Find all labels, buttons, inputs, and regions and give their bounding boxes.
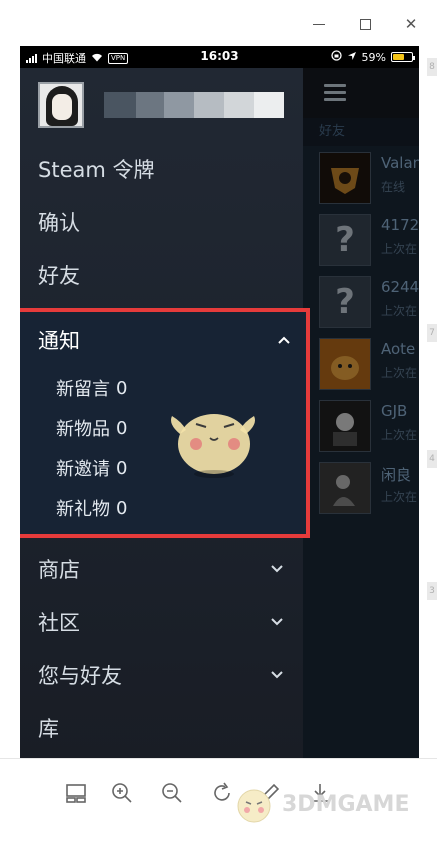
orientation-lock-icon: [330, 50, 342, 64]
menu-community[interactable]: 社区: [20, 595, 303, 648]
close-button[interactable]: ✕: [403, 15, 419, 33]
chevron-down-icon: [271, 565, 283, 573]
menu-friends[interactable]: 好友: [20, 248, 303, 301]
maximize-icon: [359, 18, 371, 30]
notification-label: 新礼物: [56, 499, 110, 520]
notification-list: 新留言 0 新物品 0 新邀请 0 新礼物 0: [20, 368, 306, 528]
notification-label: 新邀请: [56, 459, 110, 480]
notification-label: 新物品: [56, 419, 110, 440]
notification-item[interactable]: 新留言 0: [20, 368, 306, 408]
notification-label: 新留言: [56, 379, 110, 400]
menu-notifications[interactable]: 通知: [20, 312, 306, 368]
menu-steam-guard[interactable]: Steam 令牌: [20, 142, 303, 195]
notification-count: 0: [116, 457, 128, 479]
close-icon: ✕: [404, 15, 418, 33]
battery-percent: 59%: [361, 50, 386, 64]
notification-item[interactable]: 新物品 0: [20, 408, 306, 448]
menu-you-and-friends[interactable]: 您与好友: [20, 648, 303, 701]
menu-label: Steam 令牌: [38, 157, 155, 182]
menu-label: 您与好友: [38, 663, 122, 688]
window-controls: ✕: [311, 15, 419, 33]
menu-library[interactable]: 库: [20, 701, 303, 754]
watermark-text: 3DMGAME: [282, 791, 410, 817]
side-tag: 3: [427, 582, 437, 600]
menu-label: 确认: [38, 210, 80, 235]
chevron-up-icon: [278, 336, 290, 344]
status-bar: 中国联通 VPN 16:03 59%: [20, 46, 419, 68]
mascot-sticker-icon: [171, 414, 255, 478]
notifications-section: 通知 新留言 0 新物品 0 新邀请 0 新礼物 0: [20, 308, 310, 538]
navigation-drawer: Steam 令牌 确认 好友 通知 新留言 0 新物品 0 新邀请 0 新礼物 0: [20, 68, 310, 758]
menu-label: 好友: [38, 263, 80, 288]
chevron-down-icon: [271, 618, 283, 626]
chevron-down-icon: [271, 671, 283, 679]
profile-name-blurred: [104, 92, 284, 118]
profile-header[interactable]: [20, 68, 303, 142]
layout-icon[interactable]: [64, 781, 88, 805]
watermark: 3DMGAME: [232, 782, 409, 826]
zoom-out-icon[interactable]: [160, 781, 184, 805]
menu-label: 社区: [38, 610, 80, 635]
menu-store[interactable]: 商店: [20, 542, 303, 595]
app-window: ✕ 中国联通 VPN 16:03 59% 好友 Valan 在线 ? 4172 …: [0, 0, 437, 841]
notification-count: 0: [116, 497, 128, 519]
phone-screen: 中国联通 VPN 16:03 59% 好友 Valan 在线 ? 4172 上次…: [20, 46, 419, 758]
battery-level: [393, 54, 404, 60]
side-tag: 4: [427, 450, 437, 468]
maximize-button[interactable]: [357, 16, 373, 32]
location-icon: [347, 51, 357, 64]
side-tag: 8: [427, 58, 437, 76]
minimize-icon: [313, 23, 325, 25]
side-tag: 7: [427, 324, 437, 342]
battery-icon: [391, 52, 415, 62]
rotate-icon[interactable]: [210, 781, 234, 805]
notification-count: 0: [116, 417, 128, 439]
notification-item[interactable]: 新礼物 0: [20, 488, 306, 528]
friends-pane: 好友 Valan 在线? 4172 上次在? 6244 上次在 Aote 上次在 GJB 上次在闲…: [303, 68, 419, 758]
watermark-logo-icon: [237, 789, 271, 823]
notification-count: 0: [116, 377, 128, 399]
avatar[interactable]: [38, 82, 84, 128]
notification-item[interactable]: 新邀请 0: [20, 448, 306, 488]
menu-confirm[interactable]: 确认: [20, 195, 303, 248]
menu-label: 通知: [38, 329, 80, 353]
menu-label: 库: [38, 716, 59, 741]
zoom-in-icon[interactable]: [110, 781, 134, 805]
menu-label: 商店: [38, 557, 80, 582]
drawer-overlay[interactable]: [303, 68, 419, 758]
minimize-button[interactable]: [311, 16, 327, 32]
